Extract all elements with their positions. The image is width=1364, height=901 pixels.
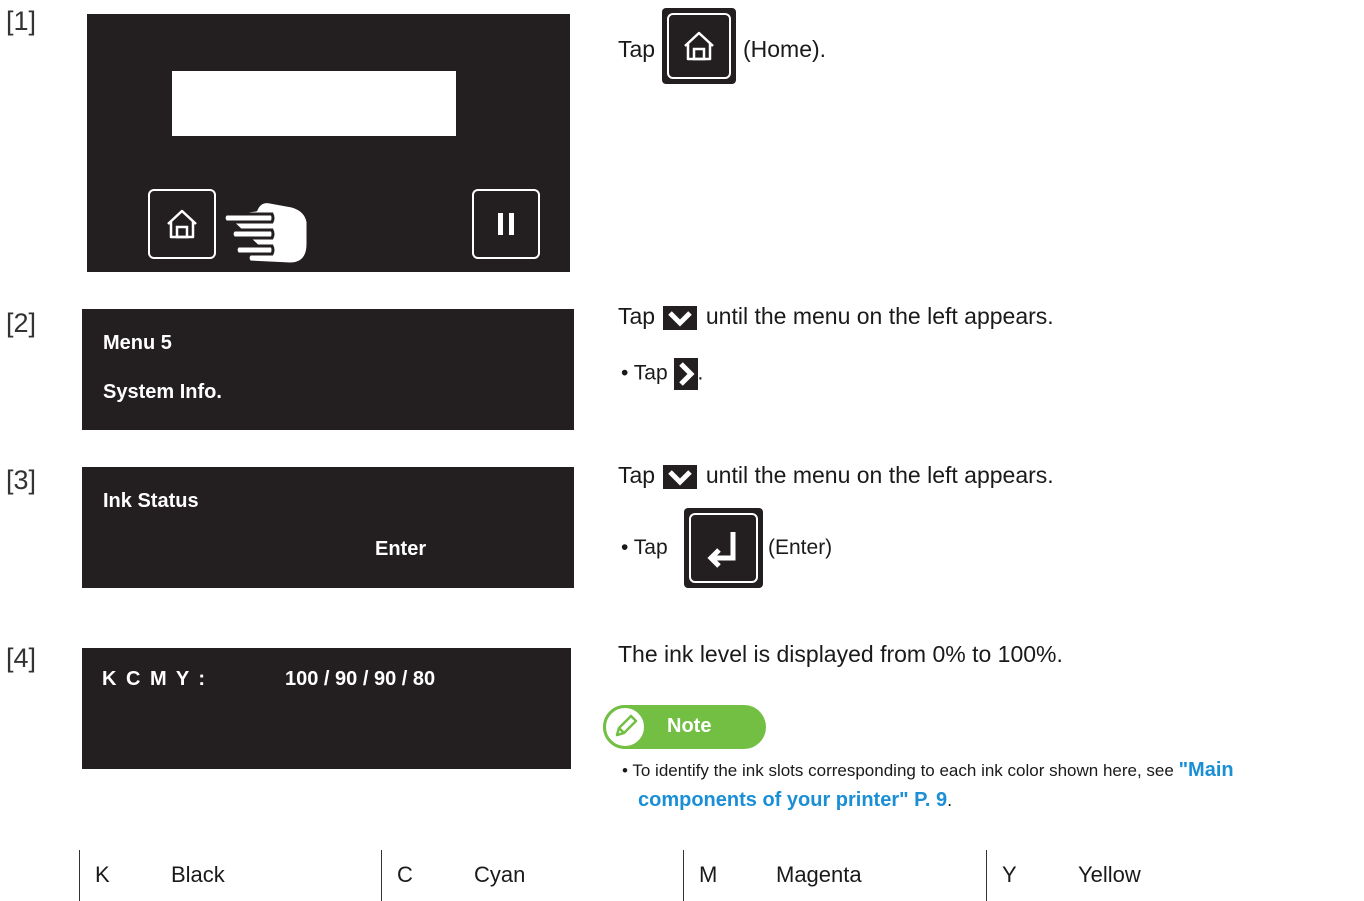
legend-divider — [79, 850, 80, 901]
home-button-inline — [662, 8, 736, 84]
note-link[interactable]: components of your printer" P. 9 — [638, 789, 947, 811]
control-panel-illustration — [87, 14, 570, 272]
instruction-text: until the menu on the left appears. — [705, 462, 1054, 488]
legend-name: Magenta — [776, 862, 862, 887]
lcd-display: Menu 5 System Info. — [82, 309, 574, 430]
step-number: [1] — [6, 6, 37, 36]
pencil-icon — [615, 714, 638, 737]
lcd-display: K C M Y : 100 / 90 / 90 / 80 — [82, 648, 571, 769]
instruction-text: Tap — [618, 303, 656, 329]
lcd-display: Ink Status Enter — [82, 467, 574, 588]
step2-instruction: Tap until the menu on the left appears. — [618, 303, 1054, 330]
lcd-line-1: Menu 5 — [103, 332, 172, 354]
legend-code: M — [699, 862, 718, 887]
step-number: [2] — [6, 308, 37, 338]
note-badge: Note — [603, 705, 766, 749]
sub-instruction-text: . — [697, 361, 704, 385]
home-icon — [167, 209, 197, 239]
pause-button[interactable] — [472, 189, 540, 259]
home-icon — [684, 31, 714, 61]
home-button[interactable] — [148, 189, 216, 259]
legend-name: Black — [171, 862, 225, 887]
legend-divider — [986, 850, 987, 901]
lcd-line-2: System Info. — [103, 381, 222, 403]
ink-levels: 100 / 90 / 90 / 80 — [285, 668, 436, 690]
note-text-line2: components of your printer" P. 9. — [638, 789, 952, 812]
sub-instruction-text: • Tap — [621, 361, 668, 385]
pause-icon — [498, 213, 514, 235]
note-text: . — [947, 790, 953, 810]
lcd-line-1: Ink Status — [103, 490, 199, 512]
step3-instruction: Tap until the menu on the left appears. — [618, 462, 1054, 489]
note-title: Note — [667, 715, 712, 737]
chevron-down-icon — [663, 305, 698, 330]
legend-name: Yellow — [1078, 862, 1141, 887]
step1-instruction: Tap — [618, 36, 655, 63]
instruction-text: until the menu on the left appears. — [705, 303, 1054, 329]
legend-code: Y — [1002, 862, 1017, 887]
home-label: (Home). — [743, 36, 827, 62]
step4-instruction: The ink level is displayed from 0% to 10… — [618, 641, 1063, 667]
legend-code: C — [397, 862, 413, 887]
chevron-down-icon — [663, 464, 698, 489]
enter-label: (Enter) — [768, 536, 833, 559]
ink-label: K C M Y : — [102, 668, 208, 690]
step2-sub-instruction: • Tap . — [621, 358, 703, 390]
lcd-line-2: Enter — [375, 538, 427, 560]
legend-code: K — [95, 862, 110, 887]
step-number: [4] — [6, 643, 37, 673]
chevron-right-icon — [673, 358, 698, 390]
note-link[interactable]: "Main — [1179, 759, 1234, 781]
legend-name: Cyan — [474, 862, 526, 887]
instruction-text: Tap — [618, 36, 656, 62]
note-text: • To identify the ink slots correspondin… — [622, 761, 1174, 780]
lcd-screen-blank — [172, 71, 456, 136]
step3-sub-bullet: • Tap — [621, 536, 668, 559]
instruction-text: Tap — [618, 462, 656, 488]
pointing-hand-icon — [222, 200, 310, 266]
enter-button-inline — [684, 508, 763, 588]
legend-divider — [683, 850, 684, 901]
note-text-line1: • To identify the ink slots correspondin… — [622, 759, 1234, 782]
legend-divider — [381, 850, 382, 901]
note-icon-circle — [603, 705, 647, 749]
enter-icon — [707, 532, 736, 568]
step-number: [3] — [6, 465, 37, 495]
